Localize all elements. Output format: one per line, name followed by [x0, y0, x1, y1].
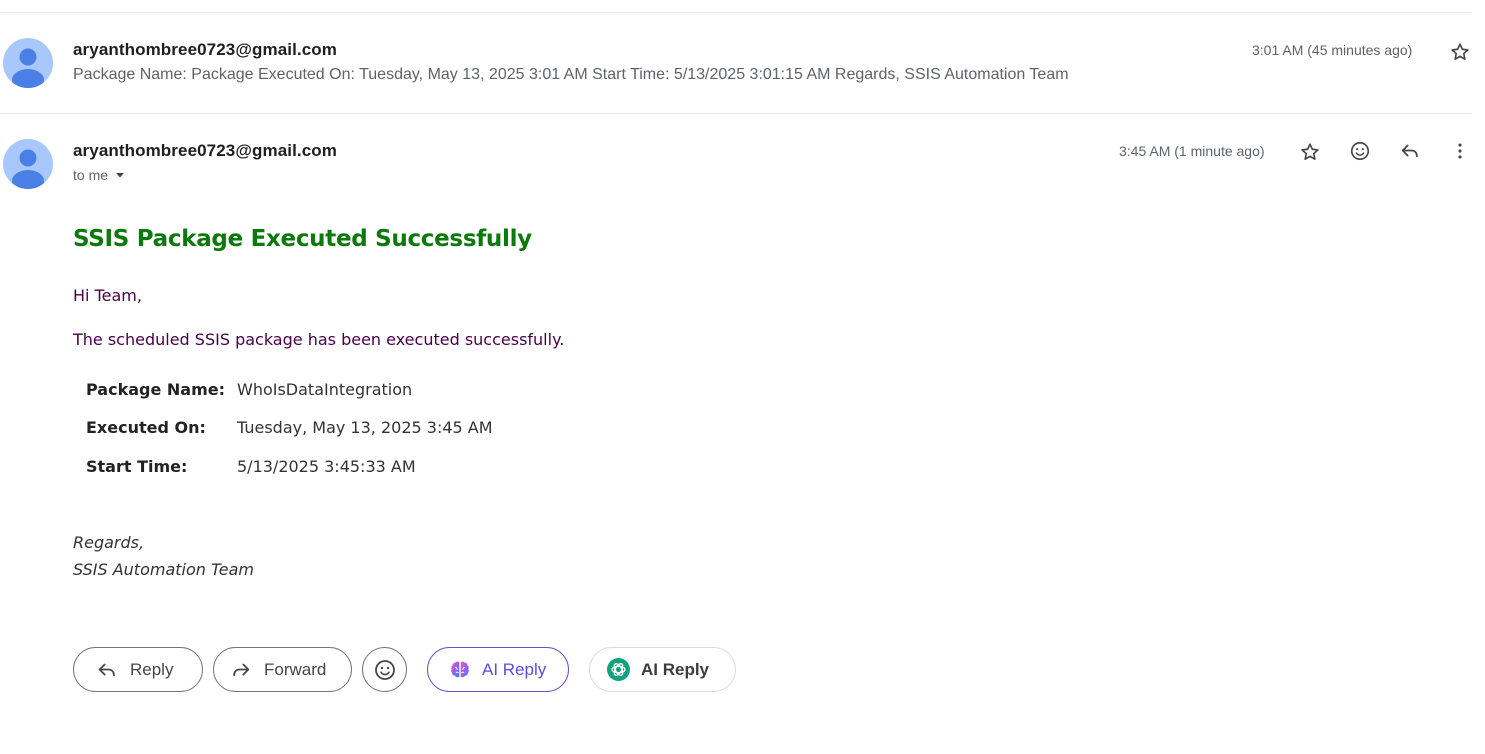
star-icon	[1451, 43, 1469, 60]
message-time: 3:45 AM (1 minute ago)	[1119, 143, 1265, 159]
email-heading: SSIS Package Executed Successfully	[73, 226, 532, 252]
forward-pill-button[interactable]: Forward	[213, 647, 352, 692]
detail-value: WhoIsDataIntegration	[237, 380, 413, 399]
star-button[interactable]	[1295, 137, 1325, 167]
person-avatar-icon	[12, 149, 44, 189]
reply-icon	[1401, 144, 1418, 158]
star-icon	[1301, 143, 1319, 160]
emoji-reaction-button[interactable]	[362, 647, 407, 692]
sender-avatar	[3, 38, 53, 88]
message-divider	[0, 113, 1472, 114]
sender-email: aryanthombree0723@gmail.com	[73, 40, 337, 59]
add-reaction-button[interactable]	[1345, 136, 1375, 166]
signature-regards: Regards,	[73, 533, 145, 552]
sender-avatar	[3, 139, 53, 189]
reply-label: Reply	[130, 659, 174, 679]
email-greeting: Hi Team,	[73, 286, 142, 305]
forward-icon	[233, 663, 250, 676]
ai-reply-openai-button[interactable]: AI Reply	[589, 647, 736, 692]
message-time: 3:01 AM (45 minutes ago)	[1252, 42, 1413, 58]
reply-button[interactable]	[1395, 136, 1425, 166]
ai-reply-label: AI Reply	[641, 659, 710, 679]
star-button[interactable]	[1445, 37, 1475, 67]
detail-value: Tuesday, May 13, 2025 3:45 AM	[237, 418, 493, 437]
emoji-icon	[1350, 141, 1370, 161]
person-avatar-icon	[12, 48, 44, 88]
more-options-button[interactable]	[1445, 136, 1475, 166]
sender-email: aryanthombree0723@gmail.com	[73, 141, 337, 160]
email-intro: The scheduled SSIS package has been exec…	[73, 330, 565, 349]
reply-icon	[98, 663, 115, 676]
ai-reply-button[interactable]: AI Reply	[427, 647, 569, 692]
reply-pill-button[interactable]: Reply	[73, 647, 203, 692]
ai-brain-icon	[451, 661, 469, 677]
detail-value: 5/13/2025 3:45:33 AM	[237, 457, 416, 476]
recipient-label: to me	[73, 167, 109, 183]
detail-label: Start Time:	[86, 457, 188, 476]
caret-down-icon	[116, 173, 125, 178]
ai-reply-label: AI Reply	[482, 659, 547, 679]
detail-label: Package Name:	[86, 380, 225, 399]
detail-label: Executed On:	[86, 418, 206, 437]
emoji-icon	[374, 659, 395, 680]
top-divider	[0, 12, 1472, 13]
message-snippet: Package Name: Package Executed On: Tuesd…	[73, 66, 1069, 83]
forward-label: Forward	[264, 659, 327, 679]
openai-icon	[607, 658, 630, 681]
more-vert-icon	[1458, 143, 1462, 159]
signature-team: SSIS Automation Team	[73, 560, 255, 579]
recipient-details-toggle[interactable]: to me	[73, 167, 126, 183]
